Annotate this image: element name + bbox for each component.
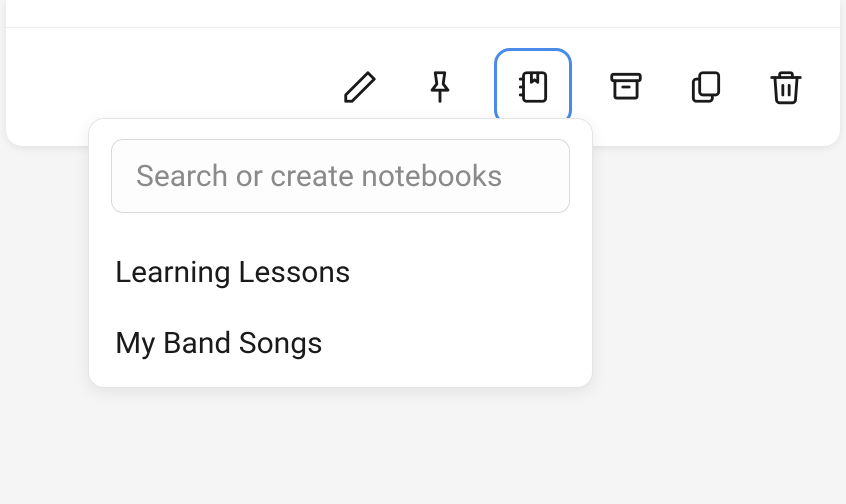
notebook-list: Learning Lessons My Band Songs bbox=[111, 237, 570, 379]
notebook-search-input[interactable] bbox=[111, 139, 570, 213]
delete-button[interactable] bbox=[760, 61, 812, 113]
notebook-icon bbox=[514, 68, 552, 106]
notebook-list-item[interactable]: My Band Songs bbox=[111, 308, 570, 379]
pin-icon bbox=[421, 68, 459, 106]
copy-icon bbox=[687, 68, 725, 106]
archive-button[interactable] bbox=[600, 61, 652, 113]
copy-button[interactable] bbox=[680, 61, 732, 113]
pin-button[interactable] bbox=[414, 61, 466, 113]
toolbar-top-area bbox=[6, 0, 840, 28]
notebook-list-item[interactable]: Learning Lessons bbox=[111, 237, 570, 308]
notebook-popover: Learning Lessons My Band Songs bbox=[88, 118, 593, 388]
pencil-icon bbox=[341, 68, 379, 106]
archive-icon bbox=[607, 68, 645, 106]
trash-icon bbox=[767, 68, 805, 106]
notebook-button[interactable] bbox=[494, 48, 572, 126]
edit-button[interactable] bbox=[334, 61, 386, 113]
